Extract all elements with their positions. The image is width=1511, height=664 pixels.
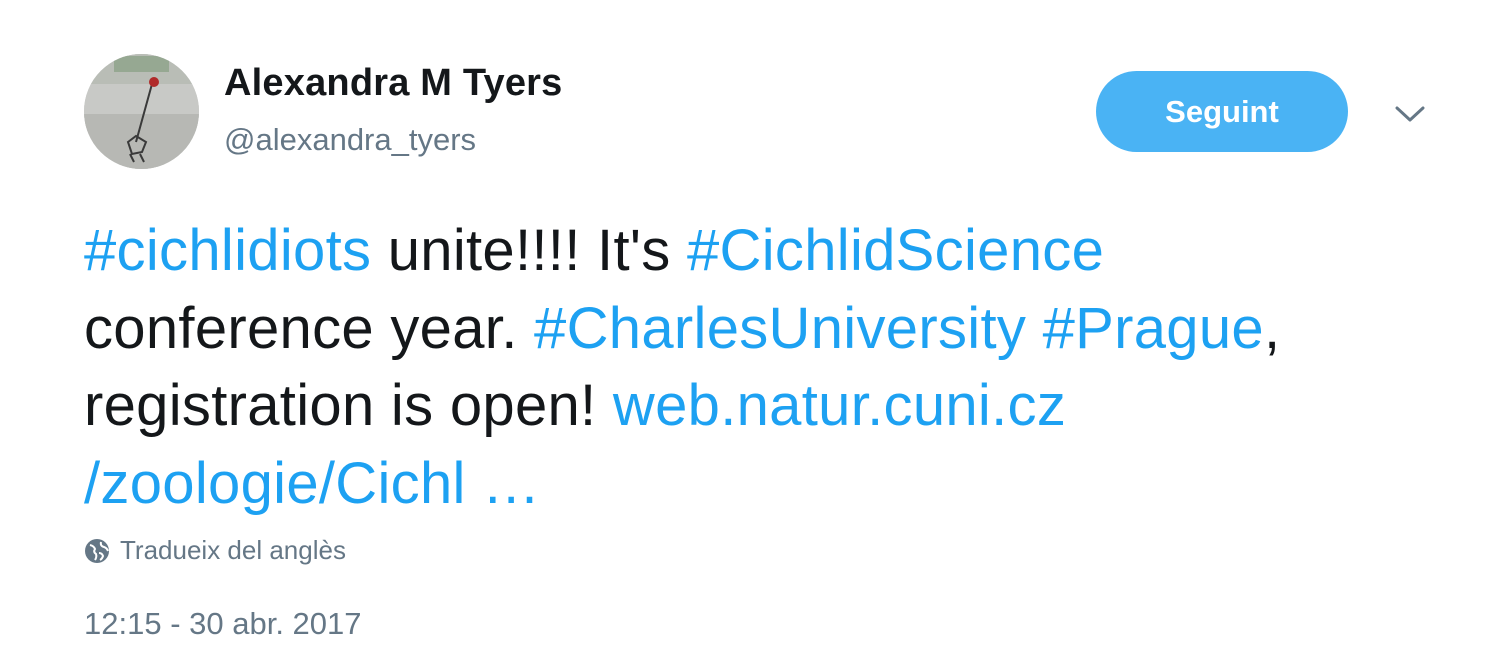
tweet-text-segment: [1026, 296, 1042, 361]
tweet-text: #cichlidiots unite!!!! It's #CichlidScie…: [84, 212, 1444, 522]
tweet-line: #cichlidiots unite!!!! It's #CichlidScie…: [84, 212, 1444, 290]
tweet-line: conference year. #CharlesUniversity #Pra…: [84, 290, 1444, 368]
url-link[interactable]: web.natur.cuni.cz: [613, 373, 1066, 438]
tweet-text-segment: ,: [1263, 295, 1281, 361]
tweet-text-segment: conference year.: [84, 295, 535, 361]
hashtag-link[interactable]: #CichlidScience: [687, 218, 1104, 283]
avatar-image: [84, 54, 199, 169]
more-options-button[interactable]: [1388, 97, 1432, 131]
tweet-timestamp[interactable]: 12:15 - 30 abr. 2017: [84, 606, 362, 642]
url-link[interactable]: /zoologie/Cichl …: [84, 451, 540, 516]
tweet-text-segment: registration is open!: [84, 373, 613, 438]
user-handle[interactable]: @alexandra_tyers: [224, 122, 476, 158]
following-button-label: Seguint: [1165, 93, 1279, 129]
avatar[interactable]: [84, 54, 199, 169]
translate-tweet-link[interactable]: Tradueix del anglès: [84, 535, 346, 566]
hashtag-link[interactable]: #CharlesUniversity: [534, 296, 1026, 361]
tweet-line: /zoologie/Cichl …: [84, 445, 1444, 523]
chevron-down-icon: [1395, 106, 1425, 122]
hashtag-link[interactable]: #cichlidiots: [84, 218, 371, 283]
display-name[interactable]: Alexandra M Tyers: [224, 62, 563, 105]
hashtag-link[interactable]: #Prague: [1043, 296, 1264, 361]
tweet-line: registration is open! web.natur.cuni.cz: [84, 367, 1444, 445]
following-button[interactable]: Seguint: [1096, 71, 1348, 152]
globe-icon: [85, 538, 109, 563]
tweet-text-segment: unite!!!! It's: [371, 218, 687, 283]
translate-label: Tradueix del anglès: [120, 535, 346, 565]
